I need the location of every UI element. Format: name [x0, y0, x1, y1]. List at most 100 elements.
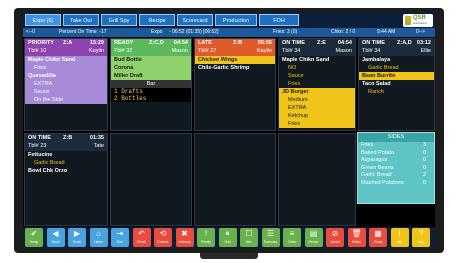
tab-production[interactable]: Production [215, 14, 257, 26]
group-icon: ▦ [374, 229, 382, 238]
unbump-icon: ✖ [181, 229, 188, 238]
item-modifier[interactable]: Ranch [359, 88, 434, 96]
bar-summary-line: 2 Bottles [111, 95, 191, 102]
order-item[interactable]: Chile-Garlic Shrimp [195, 64, 275, 72]
toolbar-button-label: End [117, 240, 123, 244]
ticket-zone: Z:E [317, 40, 326, 46]
restore-icon: ⟲ [159, 229, 167, 238]
toolbar-scroll-button[interactable]: ◀ Scroll [46, 228, 65, 247]
scroll-right-indicator[interactable]: 0--> [416, 28, 425, 37]
fries-count: Fries: 3 (0) [273, 29, 298, 35]
toolbar-button-label: Info [396, 240, 403, 244]
toolbar-button-label: Unbump [178, 240, 191, 244]
scroll-left-indicator[interactable]: <--0 [26, 28, 35, 37]
toolbar-delete-button[interactable]: 🗑 Delete [347, 228, 366, 247]
order-item[interactable]: Quesadilla [25, 72, 107, 80]
toolbar-recipe-button[interactable]: ▤ Recipe [304, 228, 323, 247]
toolbar-group-button[interactable]: ▦ Group [369, 228, 387, 247]
toolbar-home-button[interactable]: ⌂ Home [89, 228, 108, 247]
priority-icon: ! [204, 229, 208, 238]
status-bar: <--0 Percent On Time: -17 Expo - 06:52 (… [23, 28, 435, 37]
toolbar-recall-button[interactable]: ↶ Recall [132, 228, 151, 247]
tab-grill-spy[interactable]: Grill Spy [101, 14, 137, 26]
item-modifier[interactable]: Sauce [25, 88, 107, 96]
side-item-name: Fries [361, 142, 374, 148]
percent-on-time: Percent On Time: -17 [59, 29, 107, 35]
item-modifier[interactable]: Fries [279, 80, 355, 88]
ticket-status: LATE [198, 40, 212, 46]
side-item-name: Asparagus [361, 157, 388, 163]
toolbar-unbump-button[interactable]: ✖ Unbump [175, 228, 194, 247]
order-item[interactable]: Maple Chikn Sand [25, 56, 107, 64]
side-item-name: Garlic Bread [361, 172, 392, 178]
item-modifier[interactable]: Ketchup [279, 112, 355, 120]
toolbar-sides-button[interactable]: ≡ Sides [283, 228, 301, 247]
order-item[interactable]: Taco Salad [359, 80, 434, 88]
side-item: Asparagus 0 [358, 157, 434, 165]
tab-take-out[interactable]: Take Out [63, 14, 99, 26]
ticket-table: Tbl# 27 [198, 48, 217, 54]
ticket-header: LATE 05:56 Tbl# 27 Kaylin Z:B [195, 39, 275, 56]
ticket-table: Tbl# 32 [114, 48, 133, 54]
tab-scorecard[interactable]: Scorecard [177, 14, 213, 26]
ticket-ready[interactable]: READY 04:54 Tbl# 32 Mason Z:C,D Bud Bottle Cor… [110, 38, 192, 131]
toolbar-button-label: Hold [224, 240, 231, 244]
order-item[interactable]: Jambalaya [359, 56, 434, 64]
ticket-on-time-3[interactable]: ON TIME 01:35 Tbl# 23 Tate Z:B Fettucine Garli… [24, 133, 108, 226]
order-item[interactable]: Bowl Chk Orzo [25, 167, 107, 175]
item-modifier[interactable]: Medium [279, 96, 355, 104]
scroll-icon: ▶ [73, 229, 81, 238]
recipe-icon: ▤ [309, 229, 318, 238]
toolbar-priority-button[interactable]: ! Priority [197, 228, 215, 247]
ticket-table: Tbl# 34 [362, 48, 381, 54]
ticket-header: ON TIME 01:35 Tbl# 23 Tate Z:B [25, 134, 107, 151]
item-modifier[interactable]: Sauce [279, 72, 355, 80]
ticket-header: ON TIME 03:12 Tbl# 34 Ellie Z:A,D [359, 39, 434, 56]
qsr-logo: QSR automations [403, 14, 433, 27]
item-modifier[interactable]: Garlic Bread [25, 159, 107, 167]
toolbar-help-button[interactable]: ? Help [412, 228, 430, 247]
ticket-on-time-2[interactable]: ON TIME 03:12 Tbl# 34 Ellie Z:A,D Jambalaya Ga… [358, 38, 435, 131]
tab-expo-6[interactable]: Expo (6) [25, 14, 61, 26]
toolbar-item-button[interactable]: ☐ Item [240, 228, 258, 247]
item-modifier[interactable]: NO [279, 64, 355, 72]
toolbar-scroll-button[interactable]: ▶ Scroll [68, 228, 86, 247]
order-item[interactable]: Chicken Wings [195, 56, 275, 64]
ticket-zone: Z:B [63, 135, 73, 141]
ticket-table: Tbl# 23 [28, 143, 47, 149]
item-modifier[interactable]: EXTRA [25, 80, 107, 88]
toolbar-cancel-button[interactable]: ⊘ Cancel [326, 228, 344, 247]
toolbar-button-label: Recipe [308, 240, 319, 244]
order-item[interactable]: JD Burger [279, 88, 355, 96]
toolbar-end-button[interactable]: ⇥ End [111, 228, 129, 247]
order-item[interactable]: Bean Burrito [359, 72, 434, 80]
side-item: Fries 3 [358, 142, 434, 150]
item-modifier[interactable]: Garlic Bread [359, 64, 434, 72]
ticket-priority[interactable]: PRIORITY 15:29 Tbl# 10 Kaylin Z:A Maple Chikn… [24, 38, 108, 131]
order-item[interactable]: Corona [111, 64, 191, 72]
order-item[interactable]: Maple Chikn Sand [279, 56, 355, 64]
toolbar-bump-button[interactable]: ✔ Bump [25, 228, 43, 247]
order-item[interactable]: Miller Draft [111, 72, 191, 80]
item-modifier[interactable]: Fries [25, 64, 107, 72]
item-modifier[interactable]: Fries [279, 120, 355, 128]
bottom-toolbar: ✔ Bump ◀ Scroll ▶ Scroll ⌂ Home ⇥ End ↶ Recall ⟲ Rest… [23, 227, 435, 248]
toolbar-summary-button[interactable]: ☰ Summary [261, 228, 280, 247]
toolbar-restore-button[interactable]: ⟲ Restore [154, 228, 172, 247]
item-modifier[interactable]: On the Side [25, 96, 107, 104]
tab-recipe[interactable]: Recipe [139, 14, 175, 26]
side-item-name: Green Beans [361, 164, 394, 171]
order-item[interactable]: Fettucine [25, 151, 107, 159]
toolbar-hold-button[interactable]: ⏸ Hold [218, 228, 237, 247]
ticket-on-time-1[interactable]: ON TIME 04:54 Tbl# 34 Mason Z:E Maple Chikn S… [278, 38, 356, 131]
ticket-timer: 03:12 [416, 40, 431, 46]
side-item-qty: 3 [422, 142, 426, 148]
toolbar-button-label: Home [94, 240, 103, 244]
ticket-late[interactable]: LATE 05:56 Tbl# 27 Kaylin Z:B Chicken Wings Ch… [194, 38, 276, 131]
ticket-zone: Z:A,D [397, 40, 412, 46]
kitchen-display-screen: Expo (6) Take Out Grill Spy Recipe Scorecard… [23, 12, 435, 248]
tab-foh[interactable]: FOH [259, 14, 299, 26]
toolbar-info-button[interactable]: i Info [390, 228, 409, 247]
order-item[interactable]: Bud Bottle [111, 56, 191, 64]
item-modifier[interactable]: EXTRA [279, 104, 355, 112]
